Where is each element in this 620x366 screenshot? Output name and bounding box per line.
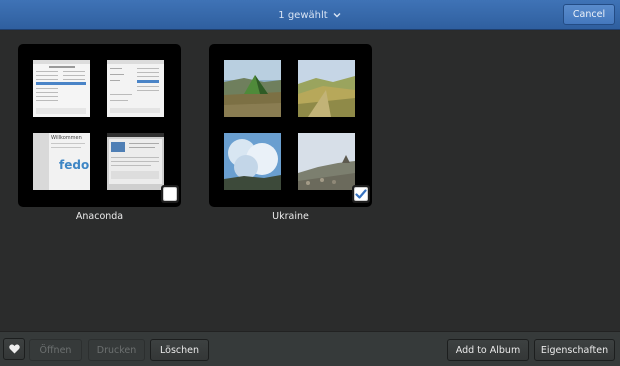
thumbnail-settings-screenshot: [107, 60, 164, 117]
photo-thumbnail-rocks: [298, 133, 355, 190]
selection-toolbar: Öffnen Drucken Löschen Add to Album Eige…: [0, 331, 620, 366]
fedora-logo-text: fedora: [59, 158, 90, 172]
album-tile-ukraine[interactable]: [209, 44, 372, 207]
album-select-checkbox[interactable]: [352, 185, 370, 203]
selection-header-bar: 1 gewählt Cancel: [0, 0, 620, 30]
favorite-button[interactable]: [3, 338, 25, 360]
photo-thumbnail-clouds: [224, 133, 281, 190]
checkmark-icon: [355, 189, 367, 199]
checkbox-checked: [354, 187, 368, 201]
photo-thumbnail-tent: [224, 60, 281, 117]
welcome-text: Willkommen: [51, 135, 82, 141]
checkbox-unchecked: [163, 187, 177, 201]
thumbnail-installer-screenshot: [33, 60, 90, 117]
properties-button[interactable]: Eigenschaften: [534, 339, 615, 361]
delete-button[interactable]: Löschen: [150, 339, 209, 361]
add-to-album-button[interactable]: Add to Album: [447, 339, 529, 361]
chevron-down-icon: [333, 13, 341, 18]
album-name-label: Ukraine: [272, 211, 309, 222]
selection-menu-button[interactable]: 1 gewählt: [0, 0, 620, 30]
print-button[interactable]: Drucken: [88, 339, 145, 361]
thumbnail-desktop-screenshot: [107, 133, 164, 190]
thumbnail-welcome-screen: Willkommen fedora: [33, 133, 90, 190]
open-button[interactable]: Öffnen: [29, 339, 82, 361]
album-grid: Willkommen fedora Anaconda: [0, 31, 620, 331]
album-name-label: Anaconda: [75, 211, 124, 222]
album-tile-anaconda[interactable]: Willkommen fedora: [18, 44, 181, 207]
selection-count-label: 1 gewählt: [278, 9, 328, 21]
cancel-button[interactable]: Cancel: [563, 4, 615, 25]
heart-icon: [8, 344, 20, 354]
photo-thumbnail-hills: [298, 60, 355, 117]
album-select-checkbox[interactable]: [161, 185, 179, 203]
